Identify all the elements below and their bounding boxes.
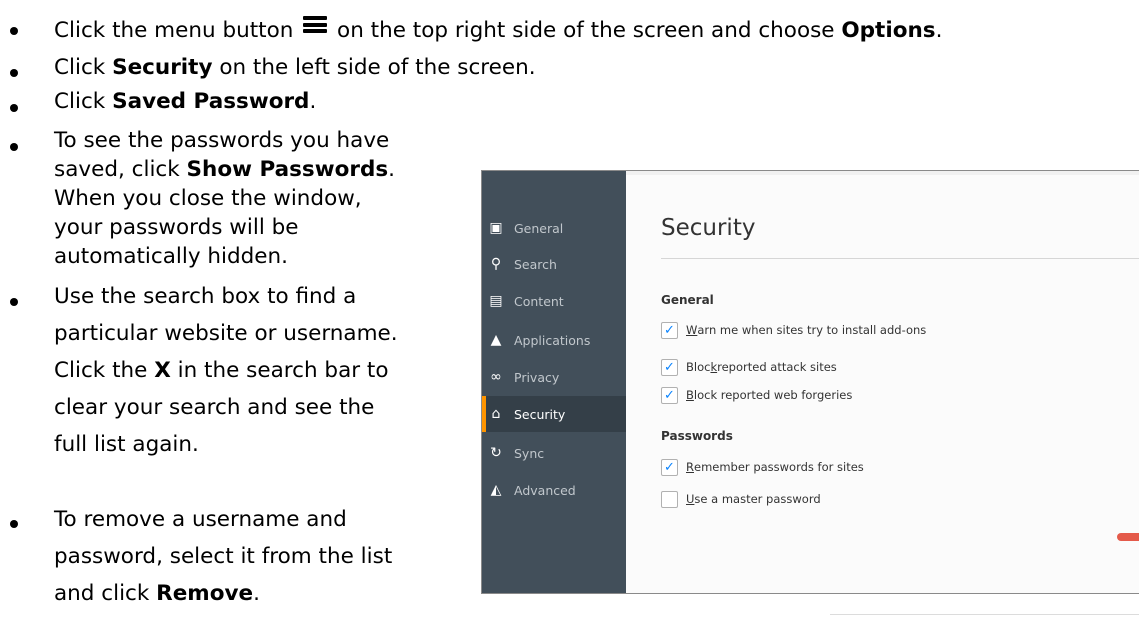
block-web-forgeries-option[interactable]: ✓ Block reported web forgeries: [661, 386, 852, 404]
settings-window: ▣ General ⚲ Search ▤ Content ▲ Applicati…: [481, 170, 1139, 594]
bullet: [10, 298, 18, 306]
sidebar-item-security[interactable]: ⌂ Security: [482, 396, 626, 432]
saved-password-label: Saved Password: [112, 89, 310, 114]
instruction-line-6a: To remove a username and: [54, 507, 347, 532]
text: and click: [54, 581, 150, 606]
text: .: [935, 18, 943, 43]
sidebar-item-search[interactable]: ⚲ Search: [482, 246, 626, 282]
option-label: Bloc: [686, 360, 711, 374]
master-password-option[interactable]: Use a master password: [661, 490, 821, 508]
applications-icon: ▲: [490, 332, 502, 348]
title-divider: [661, 258, 1139, 259]
content-icon: ▤: [489, 293, 503, 309]
text: Click the menu button: [54, 18, 294, 43]
instruction-line-4c: When you close the window,: [54, 186, 362, 211]
privacy-icon: ∞: [490, 369, 502, 385]
instruction-line-4b: saved, click Show Passwords.: [54, 155, 395, 184]
option-label: lock reported web forgeries: [693, 388, 853, 402]
instruction-line-5e: full list again.: [54, 432, 199, 457]
text: saved, click: [54, 157, 180, 182]
warn-addons-option[interactable]: ✓ Warn me when sites try to install add-…: [661, 321, 926, 339]
instruction-line-3: Click Saved Password.: [54, 87, 316, 116]
option-label: emember passwords for sites: [694, 460, 864, 474]
sidebar-item-label: General: [514, 220, 564, 236]
general-icon: ▣: [489, 220, 503, 236]
remove-label: Remove: [156, 581, 254, 606]
security-label: Security: [112, 55, 213, 80]
warn-addons-checkbox[interactable]: ✓: [661, 321, 678, 339]
highlight-marker: [1117, 533, 1139, 541]
remember-passwords-option[interactable]: ✓ Remember passwords for sites: [661, 458, 864, 476]
bullet: [10, 27, 18, 35]
menu-icon: [300, 16, 330, 38]
text: Click the: [54, 358, 148, 383]
passwords-group-heading: Passwords: [661, 429, 733, 443]
instruction-line-4d: your passwords will be: [54, 215, 299, 240]
text: Click: [54, 55, 106, 80]
sidebar-item-label: Privacy: [514, 369, 560, 385]
instruction-line-2: Click Security on the left side of the s…: [54, 53, 536, 82]
sidebar-item-label: Content: [514, 293, 564, 309]
bullet: [10, 104, 18, 112]
instruction-line-4a: To see the passwords you have: [54, 128, 390, 153]
text: Click: [54, 89, 106, 114]
block-web-forgeries-checkbox[interactable]: ✓: [661, 386, 678, 404]
text: on the top right side of the screen and …: [337, 18, 835, 43]
instruction-line-1: Click the menu button on the top right s…: [54, 16, 942, 45]
accesskey: k: [710, 360, 718, 374]
security-icon: ⌂: [491, 406, 501, 422]
block-attack-sites-option[interactable]: ✓ Bloc k reported attack sites: [661, 358, 837, 376]
text: on the left side of the screen.: [219, 55, 536, 80]
block-attack-sites-checkbox[interactable]: ✓: [661, 358, 678, 376]
page-title: Security: [661, 215, 756, 241]
instruction-line-5a: Use the search box to find a: [54, 284, 357, 309]
top-strip: [626, 171, 1139, 175]
settings-sidebar: ▣ General ⚲ Search ▤ Content ▲ Applicati…: [482, 171, 626, 593]
sidebar-item-label: Sync: [514, 445, 545, 461]
sidebar-item-applications[interactable]: ▲ Applications: [482, 322, 626, 358]
sidebar-item-label: Applications: [514, 332, 591, 348]
sidebar-item-sync[interactable]: ↻ Sync: [482, 435, 626, 471]
show-passwords-label: Show Passwords: [186, 157, 389, 182]
instruction-line-5c: Click the X in the search bar to: [54, 356, 389, 385]
sidebar-item-label: Security: [514, 406, 566, 422]
advanced-icon: ◭: [490, 482, 502, 498]
instruction-line-5b: particular website or username.: [54, 321, 398, 346]
master-password-checkbox[interactable]: [661, 490, 678, 508]
accesskey: R: [686, 460, 694, 474]
sidebar-item-privacy[interactable]: ∞ Privacy: [482, 359, 626, 395]
text: in the search bar to: [177, 358, 389, 383]
remember-passwords-checkbox[interactable]: ✓: [661, 458, 678, 476]
sidebar-item-label: Advanced: [514, 482, 576, 498]
bullet: [10, 69, 18, 77]
instruction-line-5d: clear your search and see the: [54, 395, 375, 420]
options-label: Options: [841, 18, 936, 43]
bullet: [10, 520, 18, 528]
sidebar-item-advanced[interactable]: ◭ Advanced: [482, 472, 626, 508]
text: .: [253, 581, 260, 606]
option-label: reported attack sites: [717, 360, 837, 374]
option-label: arn me when sites try to install add-ons: [697, 323, 927, 337]
settings-content: Security General ✓ Warn me when sites tr…: [626, 171, 1139, 593]
sidebar-item-general[interactable]: ▣ General: [482, 210, 626, 246]
accesskey: U: [686, 492, 695, 506]
sidebar-item-label: Search: [514, 256, 557, 272]
sync-icon: ↻: [490, 445, 502, 461]
divider: [830, 614, 1139, 615]
accesskey: B: [686, 388, 694, 402]
instruction-line-6c: and click Remove.: [54, 579, 260, 608]
accesskey: W: [686, 323, 698, 337]
bullet: [10, 143, 18, 151]
instruction-line-4e: automatically hidden.: [54, 244, 288, 269]
search-icon: ⚲: [490, 256, 502, 272]
instruction-line-6b: password, select it from the list: [54, 544, 393, 569]
general-group-heading: General: [661, 293, 714, 307]
option-label: se a master password: [694, 492, 821, 506]
x-label: X: [154, 358, 171, 383]
sidebar-item-content[interactable]: ▤ Content: [482, 283, 626, 319]
text: .: [388, 157, 395, 182]
text: .: [309, 89, 317, 114]
